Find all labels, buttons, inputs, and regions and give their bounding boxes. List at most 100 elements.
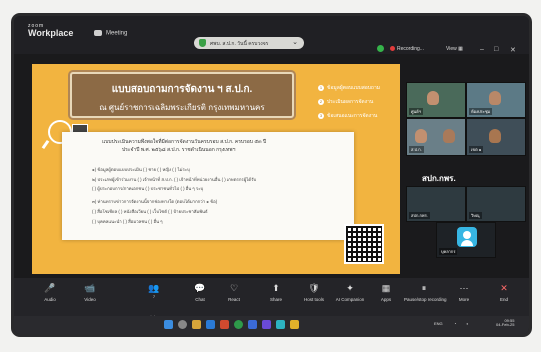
brand-name: Workplace bbox=[28, 28, 74, 38]
volume-icon[interactable]: ◖ bbox=[466, 321, 468, 326]
meeting-title: ศพบ. ส.ป.ก. วันนี้ ครบวงจร bbox=[210, 41, 269, 47]
audio-label: Audio bbox=[44, 297, 56, 302]
participant-name: ส.ป.ก. bbox=[409, 146, 424, 153]
participant-name: เขต ๑ bbox=[469, 146, 484, 153]
form-row: ๑) ข้อมูลผู้ตอบแบบประเมิน ( ) ชาย ( ) หญ… bbox=[92, 167, 190, 172]
ai-companion-icon: ✦ bbox=[346, 283, 354, 293]
form-row: ๒) ประเภทผู้เข้าร่วมงาน ( ) เจ้าหน้าที่ … bbox=[92, 177, 257, 182]
menu-bullet: 2 bbox=[318, 99, 324, 105]
pause-stop-recording-icon: ⏸ bbox=[421, 283, 427, 293]
start-icon[interactable] bbox=[164, 320, 173, 329]
menu-bullet: 3 bbox=[318, 113, 324, 119]
chrome-icon[interactable] bbox=[234, 320, 243, 329]
folder-icon[interactable] bbox=[192, 320, 201, 329]
participant-tile[interactable]: เขต ๑ bbox=[466, 118, 526, 156]
audio-button[interactable]: 🎤 Audio bbox=[30, 282, 70, 302]
avatar-icon bbox=[457, 227, 477, 247]
meeting-tab[interactable]: Meeting bbox=[94, 30, 127, 37]
participant-face bbox=[427, 91, 439, 105]
app-icon[interactable] bbox=[276, 320, 285, 329]
monitor-screen: zoom Workplace Meeting ศพบ. ส.ป.ก. วันนี… bbox=[14, 16, 529, 334]
chevron-down-icon: ⌄ bbox=[292, 39, 298, 46]
share-icon: ⬆ bbox=[272, 283, 280, 293]
wifi-icon[interactable]: ◔ bbox=[454, 321, 456, 326]
survey-menu-item-3[interactable]: 3 ข้อเสนอแนะการจัดงาน bbox=[318, 112, 377, 120]
participant-tile[interactable]: สปก.กพร. bbox=[406, 186, 466, 222]
menu-bullet: 1 bbox=[318, 85, 324, 91]
search-icon[interactable] bbox=[178, 320, 187, 329]
meeting-controls: 🎤Audio📹Video👥7Participants💬Chat♡React⬆Sh… bbox=[14, 278, 529, 320]
menu-label: ข้อมูลผู้ตอบแบบสอบถาม bbox=[327, 85, 381, 91]
form-subtitle: ประจำปี พ.ศ. ๒๕๖๘ ส.ป.ก. ราชดำเนินนอก กร… bbox=[122, 147, 236, 153]
participant-tile[interactable]: ส.ป.ก. bbox=[406, 118, 466, 156]
apps-label: Apps bbox=[380, 297, 392, 302]
more-icon: ⋯ bbox=[459, 283, 469, 293]
end-icon: ✕ bbox=[500, 283, 508, 293]
participant-face bbox=[489, 129, 501, 143]
participant-face bbox=[443, 129, 455, 143]
survey-banner: แบบสอบถามการจัดงาน ฯ ส.ป.ก. ณ ศูนย์ราชกา… bbox=[70, 72, 294, 118]
participants-icon: 👥 bbox=[148, 283, 160, 293]
more-button[interactable]: ⋯ More bbox=[444, 282, 484, 302]
video-gallery: ศูนย์ฯ ห้องประชุม ส.ป.ก. เขต ๑ สปก.กพร. … bbox=[406, 82, 526, 292]
form-row: ( ) บุคคลแนะนำ ( ) สื่อมวลชน ( ) อื่น ๆ bbox=[92, 219, 163, 224]
teams-icon[interactable] bbox=[262, 320, 271, 329]
qr-code bbox=[344, 224, 384, 264]
minimize-icon[interactable]: – bbox=[480, 46, 484, 53]
more-label: More bbox=[458, 297, 470, 302]
close-icon[interactable]: ✕ bbox=[510, 46, 516, 54]
banner-title: แบบสอบถามการจัดงาน ฯ ส.ป.ก. bbox=[111, 84, 253, 95]
audio-icon: 🎤 bbox=[44, 283, 56, 293]
language-indicator[interactable]: ENG bbox=[434, 321, 443, 326]
participant-name: สปก.กพร. bbox=[409, 212, 430, 219]
video-button[interactable]: 📹 Video bbox=[70, 282, 110, 302]
meeting-title-pill[interactable]: ศพบ. ส.ป.ก. วันนี้ ครบวงจร ⌄ bbox=[194, 37, 304, 49]
recording-indicator[interactable]: Recording... bbox=[390, 46, 424, 52]
survey-form-preview: แบบประเมินความพึงพอใจที่มีต่อการจัดงานวั… bbox=[62, 132, 354, 240]
menu-label: ข้อเสนอแนะการจัดงาน bbox=[327, 113, 378, 119]
participant-tile[interactable]: บุคลากร bbox=[436, 222, 496, 258]
clock-date: 04-Feb-25 bbox=[496, 322, 515, 328]
record-icon bbox=[390, 46, 395, 52]
participant-tile[interactable]: ห้องประชุม bbox=[466, 82, 526, 118]
pause-stop-recording-label: Pause/stop recording bbox=[404, 297, 447, 302]
shared-screen: แบบสอบถามการจัดงาน ฯ ส.ป.ก. ณ ศูนย์ราชกา… bbox=[32, 64, 400, 274]
form-title: แบบประเมินความพึงพอใจที่มีต่อการจัดงานวั… bbox=[102, 139, 267, 145]
ai-companion-button[interactable]: ✦ AI Companion bbox=[330, 282, 370, 302]
shield-icon bbox=[199, 39, 206, 47]
apps-button[interactable]: ▦ Apps bbox=[366, 282, 406, 302]
participant-face bbox=[489, 91, 501, 105]
banner-subtitle: ณ ศูนย์ราชการเฉลิมพระเกียรติ กรุงเทพมหาน… bbox=[99, 103, 265, 112]
apps-icon: ▦ bbox=[381, 283, 391, 293]
react-button[interactable]: ♡ React bbox=[214, 282, 254, 302]
host-tools-button[interactable]: 🛡 Host tools bbox=[294, 282, 334, 302]
app-icon[interactable] bbox=[290, 320, 299, 329]
pause-stop-recording-button[interactable]: ⏸ Pause/stop recording bbox=[404, 282, 447, 302]
participants-button[interactable]: 👥7Participants bbox=[134, 282, 174, 320]
taskbar-clock[interactable]: 09:55 04-Feb-25 bbox=[496, 318, 515, 328]
ai-companion-label: AI Companion bbox=[335, 297, 365, 302]
share-button[interactable]: ⬆ Share bbox=[256, 282, 296, 302]
share-label: Share bbox=[269, 297, 282, 302]
end-button[interactable]: ✕ End bbox=[484, 282, 524, 302]
edge-icon[interactable] bbox=[206, 320, 215, 329]
zoom-taskbar-icon[interactable] bbox=[248, 320, 257, 329]
form-row: ๓) ท่านทราบข่าวการจัดงานนี้จากช่องทางใด … bbox=[92, 199, 218, 204]
participant-tile[interactable]: ศูนย์ฯ bbox=[406, 82, 466, 118]
view-button[interactable]: View ▦ bbox=[446, 46, 463, 52]
participant-name: ห้องประชุม bbox=[469, 108, 493, 115]
zoom-logo: zoom Workplace bbox=[28, 24, 73, 38]
view-label: View bbox=[446, 46, 457, 52]
maximize-icon[interactable]: □ bbox=[494, 46, 498, 53]
survey-menu-item-2[interactable]: 2 ประเมินผลการจัดงาน bbox=[318, 98, 373, 106]
form-row: ( ) สื่อโซเชียล ( ) หนังสือเวียน ( ) เว็… bbox=[92, 209, 208, 214]
participant-tile[interactable]: วิษณุ bbox=[466, 186, 526, 222]
survey-menu-item-1[interactable]: 1 ข้อมูลผู้ตอบแบบสอบถาม bbox=[318, 84, 380, 92]
participant-face bbox=[415, 129, 427, 143]
meeting-label: Meeting bbox=[106, 30, 128, 37]
meeting-icon bbox=[94, 30, 102, 36]
recording-label: Recording... bbox=[397, 46, 424, 52]
participant-name: วิษณุ bbox=[469, 212, 482, 219]
participant-name: บุคลากร bbox=[439, 248, 458, 255]
office-icon[interactable] bbox=[220, 320, 229, 329]
